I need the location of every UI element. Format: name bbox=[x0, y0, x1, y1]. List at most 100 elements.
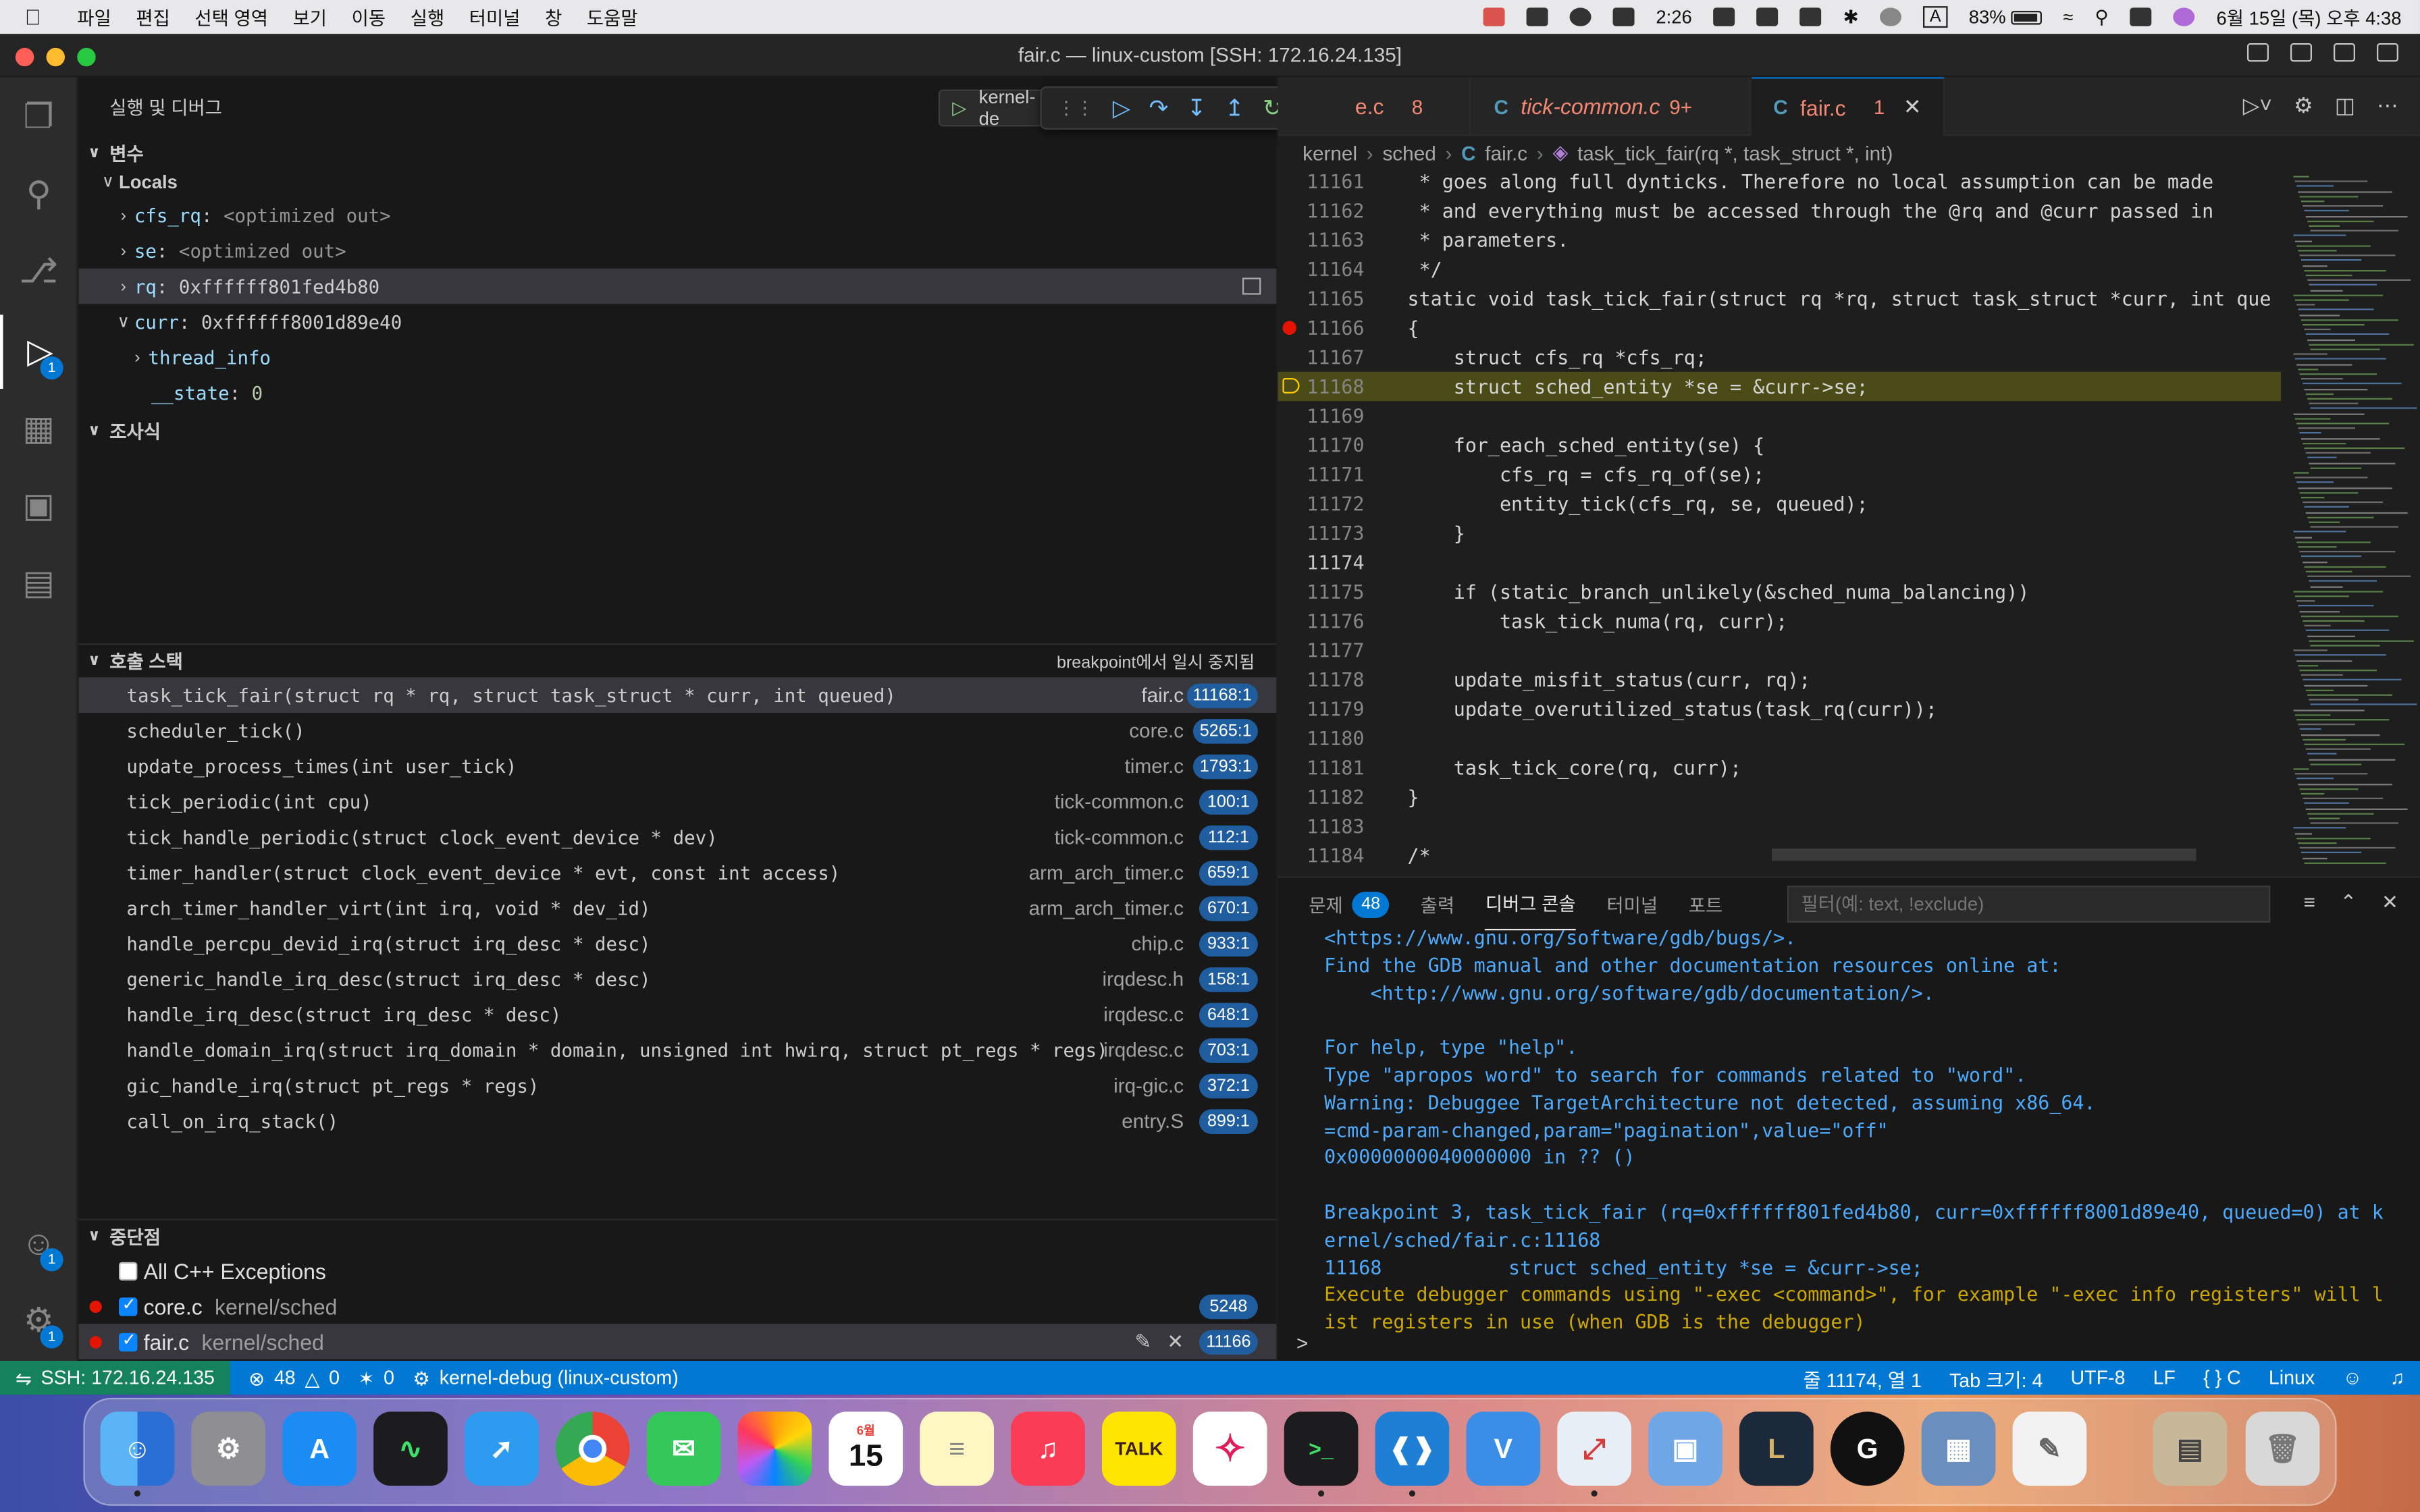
breadcrumb-item[interactable]: task_tick_fair(rq *, task_struct *, int) bbox=[1577, 141, 1893, 164]
variable-row[interactable]: __state: 0 bbox=[79, 375, 1277, 410]
chrome-icon[interactable] bbox=[555, 1411, 630, 1486]
search-icon[interactable]: ⚲ bbox=[0, 157, 77, 232]
grid-app-icon[interactable] bbox=[1612, 7, 1635, 26]
g-app-dock-icon[interactable]: G bbox=[1830, 1411, 1905, 1486]
close-panel-icon[interactable]: ✕ bbox=[2382, 890, 2398, 915]
vscode-icon[interactable]: ❰❱ bbox=[1375, 1411, 1450, 1497]
tab-ports[interactable]: 포트 bbox=[1689, 878, 1722, 931]
textedit-icon[interactable]: ✎ bbox=[2012, 1411, 2087, 1486]
menubar-time[interactable]: 2:26 bbox=[1656, 6, 1691, 28]
system-settings-icon[interactable]: ⚙ bbox=[191, 1411, 266, 1486]
stack-frame[interactable]: timer_handler(struct clock_event_device … bbox=[79, 855, 1277, 890]
minimap[interactable] bbox=[2281, 166, 2420, 877]
moon-icon[interactable] bbox=[1880, 7, 1902, 26]
remote-desktop-icon[interactable]: ▣ bbox=[1648, 1411, 1722, 1486]
tab-output[interactable]: 출력 bbox=[1421, 878, 1454, 931]
safari-icon[interactable]: ➚ bbox=[464, 1411, 539, 1486]
screen-sharing-icon[interactable]: ⤢ bbox=[1557, 1411, 1631, 1497]
kakaotalk-icon[interactable]: TALK bbox=[1101, 1411, 1176, 1486]
messages-icon[interactable]: ✉ bbox=[646, 1411, 721, 1486]
cursor-position[interactable]: 줄 11174, 열 1 bbox=[1803, 1363, 1921, 1392]
menu-view[interactable]: 보기 bbox=[293, 4, 327, 30]
breakpoint-row[interactable]: fair.ckernel/sched ✎ ✕ 11166 bbox=[78, 1324, 1277, 1359]
source-control-icon[interactable]: ⎇ bbox=[0, 234, 77, 308]
console-prompt[interactable]: > bbox=[1296, 1332, 1308, 1355]
edit-breakpoint-icon[interactable]: ✎ bbox=[1134, 1329, 1151, 1354]
remove-breakpoint-icon[interactable]: ✕ bbox=[1167, 1329, 1184, 1354]
toggle-panel-icon[interactable] bbox=[2290, 43, 2312, 62]
menu-run[interactable]: 실행 bbox=[411, 4, 444, 30]
breakpoint-checkbox[interactable] bbox=[118, 1261, 138, 1280]
language-mode[interactable]: { } C bbox=[2203, 1367, 2241, 1388]
stack-frame[interactable]: update_process_times(int user_tick) timer… bbox=[79, 749, 1277, 784]
menu-help[interactable]: 도움말 bbox=[587, 4, 638, 30]
variable-row[interactable]: › rq: 0xffffff801fed4b80 bbox=[78, 268, 1277, 304]
control-center-icon[interactable] bbox=[2130, 7, 2152, 26]
music-icon[interactable]: ♫ bbox=[1011, 1411, 1085, 1486]
notifications-bell-icon[interactable]: ♫ bbox=[2390, 1367, 2404, 1388]
menu-edit[interactable]: 편집 bbox=[136, 4, 169, 30]
explorer-icon[interactable]: ❐ bbox=[0, 80, 77, 155]
clear-console-icon[interactable]: ≡ bbox=[2304, 890, 2315, 915]
wifi-icon[interactable]: ≈ bbox=[2063, 6, 2073, 28]
menu-go[interactable]: 이동 bbox=[352, 4, 386, 30]
tab-problems[interactable]: 문제 48 bbox=[1309, 878, 1390, 931]
menubar-datetime[interactable]: 6월 15일 (목) 오후 4:38 bbox=[2216, 4, 2401, 30]
stack-frame[interactable]: handle_irq_desc(struct irq_desc * desc) i… bbox=[79, 997, 1277, 1033]
notes-icon[interactable]: ≡ bbox=[920, 1411, 994, 1486]
battery-status[interactable]: 83% bbox=[1969, 6, 2042, 28]
siri-icon[interactable] bbox=[2173, 7, 2195, 26]
split-editor-icon[interactable]: ◫ bbox=[2335, 92, 2355, 119]
screen-mirror-icon[interactable] bbox=[1756, 7, 1779, 26]
manage-gear-icon[interactable]: ⚙ 1 bbox=[0, 1284, 77, 1358]
continue-icon[interactable]: ▷ bbox=[1113, 94, 1130, 122]
photos-icon[interactable] bbox=[737, 1411, 812, 1486]
preview-icon[interactable]: ▦ bbox=[1921, 1411, 1996, 1486]
visual-code-icon[interactable]: V bbox=[1466, 1411, 1541, 1486]
display-icon[interactable] bbox=[1713, 7, 1735, 26]
variable-row[interactable]: › cfs_rq: <optimized out> bbox=[79, 198, 1277, 234]
clipboard-icon[interactable] bbox=[1526, 7, 1548, 26]
status-app-icon[interactable] bbox=[1483, 7, 1505, 26]
breadcrumb-item[interactable]: kernel bbox=[1303, 141, 1357, 164]
tab-fair-c[interactable]: C fair.c 1 ✕ bbox=[1752, 77, 1945, 136]
variable-row[interactable]: › se: <optimized out> bbox=[79, 233, 1277, 269]
g-app-icon[interactable] bbox=[1569, 7, 1592, 26]
variable-row[interactable]: ∨ curr: 0xffffff8001d89e40 bbox=[79, 304, 1277, 340]
downloads-stack-icon[interactable]: ▤ bbox=[2153, 1411, 2228, 1486]
activity-monitor-icon[interactable]: ∿ bbox=[373, 1411, 448, 1486]
toggle-sidebar-icon[interactable] bbox=[2246, 43, 2269, 62]
menu-window[interactable]: 창 bbox=[545, 4, 562, 30]
accounts-icon[interactable]: ☺ 1 bbox=[0, 1206, 77, 1280]
slack-icon[interactable]: ✧ bbox=[1192, 1411, 1267, 1486]
ports-status[interactable]: ✶ 0 bbox=[358, 1366, 394, 1389]
stack-frame[interactable]: scheduler_tick() core.c 5265:1 bbox=[79, 713, 1277, 749]
testing-icon[interactable]: ▤ bbox=[0, 546, 77, 620]
settings-gear-icon[interactable]: ⚙ bbox=[2294, 92, 2313, 119]
stack-frame[interactable]: handle_percpu_devid_irq(struct irq_desc … bbox=[79, 925, 1277, 961]
bluetooth-icon[interactable]: ✱ bbox=[1843, 6, 1859, 28]
stack-frame[interactable]: tick_handle_periodic(struct clock_event_… bbox=[79, 819, 1277, 855]
breadcrumb-item[interactable]: fair.c bbox=[1485, 141, 1527, 164]
tab-debug-console[interactable]: 디버그 콘솔 bbox=[1485, 878, 1576, 931]
eol[interactable]: LF bbox=[2153, 1367, 2176, 1388]
stack-frame[interactable]: call_on_irq_stack() entry.S 899:1 bbox=[79, 1103, 1277, 1139]
stack-frame[interactable]: tick_periodic(int cpu) tick-common.c 100:1 bbox=[79, 784, 1277, 819]
os-indicator[interactable]: Linux bbox=[2269, 1367, 2315, 1388]
more-actions-icon[interactable]: ⋯ bbox=[2377, 92, 2398, 119]
code-editor[interactable]: 11161 * goes along full dynticks. Theref… bbox=[1278, 167, 2282, 876]
run-debug-file-icon[interactable]: ▷˅ bbox=[2243, 92, 2272, 119]
tab-tick-common-c[interactable]: C tick-common.c 9+ bbox=[1473, 77, 1750, 136]
debug-status[interactable]: ⚙ kernel-debug (linux-custom) bbox=[413, 1366, 678, 1389]
callstack-section-header[interactable]: ∨ 호출 스택 breakpoint에서 일시 중지됨 bbox=[78, 643, 1277, 677]
start-debug-icon[interactable]: ▷ bbox=[952, 97, 966, 119]
extensions-icon[interactable]: ▦ bbox=[0, 392, 77, 466]
input-source-indicator[interactable]: A bbox=[1923, 6, 1947, 28]
locals-scope[interactable]: ∨ Locals bbox=[79, 163, 1277, 199]
stack-frame[interactable]: arch_timer_handler_virt(int irq, void * … bbox=[79, 890, 1277, 926]
variable-row[interactable]: › thread_info bbox=[79, 340, 1277, 375]
breakpoint-row[interactable]: core.ckernel/sched 5248 bbox=[79, 1289, 1277, 1324]
customize-layout-icon[interactable] bbox=[2376, 43, 2398, 62]
breakpoint-row[interactable]: All C++ Exceptions bbox=[79, 1253, 1277, 1289]
league-client-icon[interactable]: L bbox=[1739, 1411, 1814, 1486]
